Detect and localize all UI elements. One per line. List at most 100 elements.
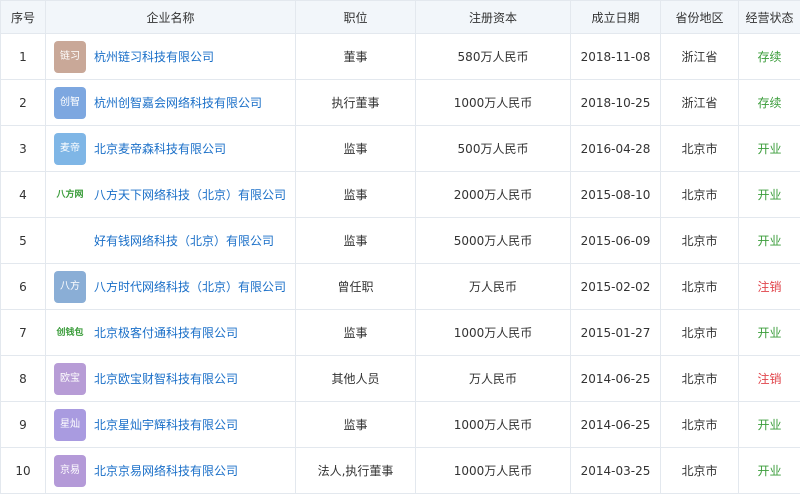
- company-cell: 京易 北京京易网络科技有限公司: [45, 447, 296, 494]
- status-cell: 注销: [738, 355, 800, 402]
- table-row: 6 八方 八方时代网络科技（北京）有限公司 曾任职 万人民币 2015-02-0…: [0, 263, 800, 310]
- status-cell: 注销: [738, 263, 800, 310]
- header-company-name: 企业名称: [45, 0, 296, 34]
- company-cell: 欧宝 北京欧宝财智科技有限公司: [45, 355, 296, 402]
- header-index: 序号: [0, 0, 46, 34]
- row-index: 5: [0, 217, 46, 264]
- header-region: 省份地区: [660, 0, 739, 34]
- company-cell: 好有钱网络科技（北京）有限公司: [45, 217, 296, 264]
- status-badge: 注销: [757, 280, 782, 294]
- row-index: 1: [0, 33, 46, 80]
- company-name-link[interactable]: 北京京易网络科技有限公司: [94, 462, 238, 479]
- row-index: 9: [0, 401, 46, 448]
- row-index: 7: [0, 309, 46, 356]
- company-name-link[interactable]: 杭州链习科技有限公司: [94, 48, 214, 65]
- header-position: 职位: [295, 0, 416, 34]
- capital-cell: 5000万人民币: [415, 217, 571, 264]
- capital-cell: 2000万人民币: [415, 171, 571, 218]
- table-row: 8 欧宝 北京欧宝财智科技有限公司 其他人员 万人民币 2014-06-25 北…: [0, 355, 800, 402]
- region-cell: 北京市: [660, 355, 739, 402]
- date-cell: 2015-06-09: [570, 217, 661, 264]
- company-logo: 麦帝: [54, 132, 86, 165]
- status-cell: 开业: [738, 309, 800, 356]
- row-index: 6: [0, 263, 46, 310]
- position-cell: 法人,执行董事: [295, 447, 416, 494]
- date-cell: 2014-06-25: [570, 355, 661, 402]
- status-badge: 存续: [757, 50, 782, 64]
- company-cell: 八方网 八方天下网络科技（北京）有限公司: [45, 171, 296, 218]
- position-cell: 监事: [295, 309, 416, 356]
- date-cell: 2015-02-02: [570, 263, 661, 310]
- company-logo: 创钱包: [54, 316, 86, 349]
- status-cell: 存续: [738, 33, 800, 80]
- company-cell: 八方 八方时代网络科技（北京）有限公司: [45, 263, 296, 310]
- position-cell: 其他人员: [295, 355, 416, 402]
- date-cell: 2014-03-25: [570, 447, 661, 494]
- row-index: 3: [0, 125, 46, 172]
- company-cell: 创智 杭州创智嘉会网络科技有限公司: [45, 79, 296, 126]
- header-status: 经营状态: [738, 0, 800, 34]
- header-founding-date: 成立日期: [570, 0, 661, 34]
- region-cell: 北京市: [660, 171, 739, 218]
- company-name-link[interactable]: 北京麦帝森科技有限公司: [94, 140, 226, 157]
- status-cell: 开业: [738, 125, 800, 172]
- capital-cell: 1000万人民币: [415, 447, 571, 494]
- region-cell: 北京市: [660, 401, 739, 448]
- capital-cell: 万人民币: [415, 263, 571, 310]
- status-cell: 开业: [738, 447, 800, 494]
- position-cell: 董事: [295, 33, 416, 80]
- status-badge: 注销: [757, 372, 782, 386]
- position-cell: 监事: [295, 171, 416, 218]
- status-badge: 开业: [757, 326, 782, 340]
- company-name-link[interactable]: 杭州创智嘉会网络科技有限公司: [94, 94, 262, 111]
- table-row: 10 京易 北京京易网络科技有限公司 法人,执行董事 1000万人民币 2014…: [0, 447, 800, 494]
- region-cell: 北京市: [660, 309, 739, 356]
- company-logo: 欧宝: [54, 362, 86, 395]
- table-row: 5 好有钱网络科技（北京）有限公司 监事 5000万人民币 2015-06-09…: [0, 217, 800, 264]
- region-cell: 浙江省: [660, 79, 739, 126]
- company-cell: 链习 杭州链习科技有限公司: [45, 33, 296, 80]
- company-logo: 京易: [54, 454, 86, 487]
- position-cell: 监事: [295, 217, 416, 264]
- company-logo: 八方网: [54, 178, 86, 211]
- company-logo: 八方: [54, 270, 86, 303]
- capital-cell: 580万人民币: [415, 33, 571, 80]
- date-cell: 2018-11-08: [570, 33, 661, 80]
- table-row: 2 创智 杭州创智嘉会网络科技有限公司 执行董事 1000万人民币 2018-1…: [0, 79, 800, 126]
- date-cell: 2015-08-10: [570, 171, 661, 218]
- company-name-link[interactable]: 八方时代网络科技（北京）有限公司: [94, 278, 286, 295]
- row-index: 2: [0, 79, 46, 126]
- row-index: 8: [0, 355, 46, 402]
- row-index: 10: [0, 447, 46, 494]
- table-row: 9 星灿 北京星灿宇辉科技有限公司 监事 1000万人民币 2014-06-25…: [0, 401, 800, 448]
- table-row: 1 链习 杭州链习科技有限公司 董事 580万人民币 2018-11-08 浙江…: [0, 33, 800, 80]
- capital-cell: 500万人民币: [415, 125, 571, 172]
- position-cell: 监事: [295, 401, 416, 448]
- company-logo: 链习: [54, 40, 86, 73]
- company-name-link[interactable]: 北京欧宝财智科技有限公司: [94, 370, 238, 387]
- table-header-row: 序号 企业名称 职位 注册资本 成立日期 省份地区 经营状态: [0, 0, 800, 34]
- company-logo: 星灿: [54, 408, 86, 441]
- status-cell: 开业: [738, 401, 800, 448]
- status-badge: 存续: [757, 96, 782, 110]
- region-cell: 北京市: [660, 217, 739, 264]
- region-cell: 北京市: [660, 125, 739, 172]
- header-registered-capital: 注册资本: [415, 0, 571, 34]
- position-cell: 执行董事: [295, 79, 416, 126]
- company-name-link[interactable]: 北京极客付通科技有限公司: [94, 324, 238, 341]
- date-cell: 2015-01-27: [570, 309, 661, 356]
- company-name-link[interactable]: 好有钱网络科技（北京）有限公司: [94, 232, 274, 249]
- status-badge: 开业: [757, 142, 782, 156]
- table-row: 7 创钱包 北京极客付通科技有限公司 监事 1000万人民币 2015-01-2…: [0, 309, 800, 356]
- region-cell: 北京市: [660, 447, 739, 494]
- region-cell: 北京市: [660, 263, 739, 310]
- capital-cell: 1000万人民币: [415, 401, 571, 448]
- status-badge: 开业: [757, 464, 782, 478]
- capital-cell: 1000万人民币: [415, 309, 571, 356]
- company-name-link[interactable]: 八方天下网络科技（北京）有限公司: [94, 186, 286, 203]
- status-cell: 开业: [738, 217, 800, 264]
- company-name-link[interactable]: 北京星灿宇辉科技有限公司: [94, 416, 238, 433]
- status-cell: 存续: [738, 79, 800, 126]
- table-row: 3 麦帝 北京麦帝森科技有限公司 监事 500万人民币 2016-04-28 北…: [0, 125, 800, 172]
- company-cell: 星灿 北京星灿宇辉科技有限公司: [45, 401, 296, 448]
